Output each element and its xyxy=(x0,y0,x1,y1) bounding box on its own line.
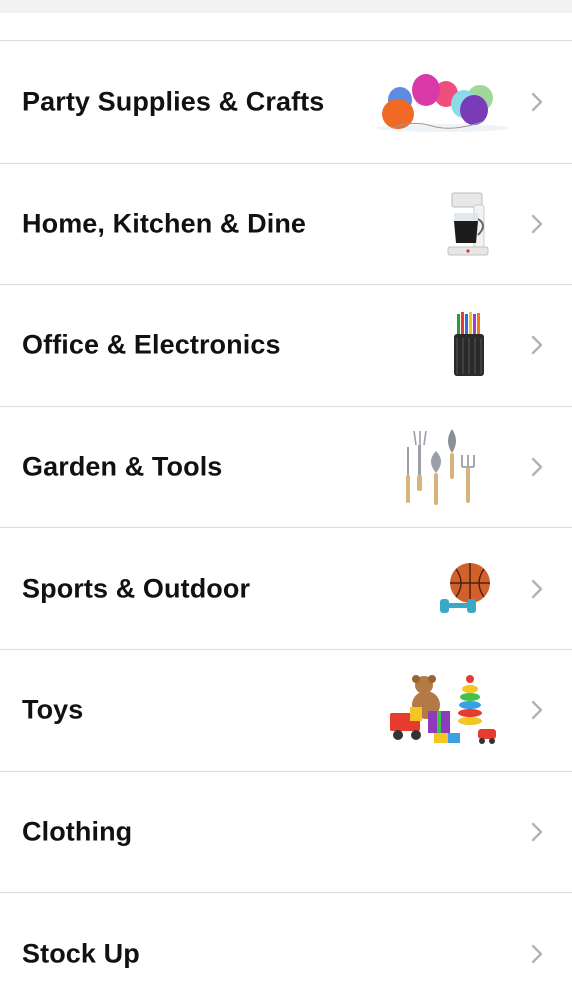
category-label: Home, Kitchen & Dine xyxy=(22,208,307,239)
pencil-cup-icon xyxy=(454,312,484,377)
chevron-right-icon xyxy=(531,701,543,720)
chevron-right-icon xyxy=(531,214,543,234)
category-label: Toys xyxy=(22,694,84,725)
top-bar xyxy=(0,0,572,13)
category-label: Stock Up xyxy=(22,938,140,969)
category-row-garden-tools[interactable]: Garden & Tools xyxy=(0,406,572,529)
list-header-spacer xyxy=(0,13,572,41)
category-label: Garden & Tools xyxy=(22,451,223,482)
category-row-sports-outdoor[interactable]: Sports & Outdoor xyxy=(0,528,572,650)
category-label: Clothing xyxy=(22,816,133,847)
chevron-right-icon xyxy=(531,93,543,112)
chevron-right-icon xyxy=(531,822,543,842)
chevron-right-icon xyxy=(531,336,543,355)
category-row-stock-up[interactable]: Stock Up xyxy=(0,893,572,1000)
garden-tools-icon xyxy=(406,429,475,506)
chevron-right-icon xyxy=(531,944,543,964)
category-row-home-kitchen[interactable]: Home, Kitchen & Dine xyxy=(0,163,572,286)
balloons-icon xyxy=(376,74,508,133)
basketball-dumbbell-icon xyxy=(440,562,490,613)
category-label: Sports & Outdoor xyxy=(22,573,251,604)
category-row-toys[interactable]: Toys xyxy=(0,649,572,772)
chevron-right-icon xyxy=(531,457,543,477)
category-list: Party Supplies & Crafts Home, Kitchen & … xyxy=(0,42,572,1000)
toys-icon xyxy=(390,675,496,745)
category-row-party-supplies[interactable]: Party Supplies & Crafts xyxy=(0,42,572,164)
category-row-office-electronics[interactable]: Office & Electronics xyxy=(0,285,572,407)
coffee-maker-icon xyxy=(447,192,489,256)
category-label: Office & Electronics xyxy=(22,329,281,360)
category-label: Party Supplies & Crafts xyxy=(22,86,325,117)
category-row-clothing[interactable]: Clothing xyxy=(0,771,572,894)
chevron-right-icon xyxy=(531,579,543,598)
